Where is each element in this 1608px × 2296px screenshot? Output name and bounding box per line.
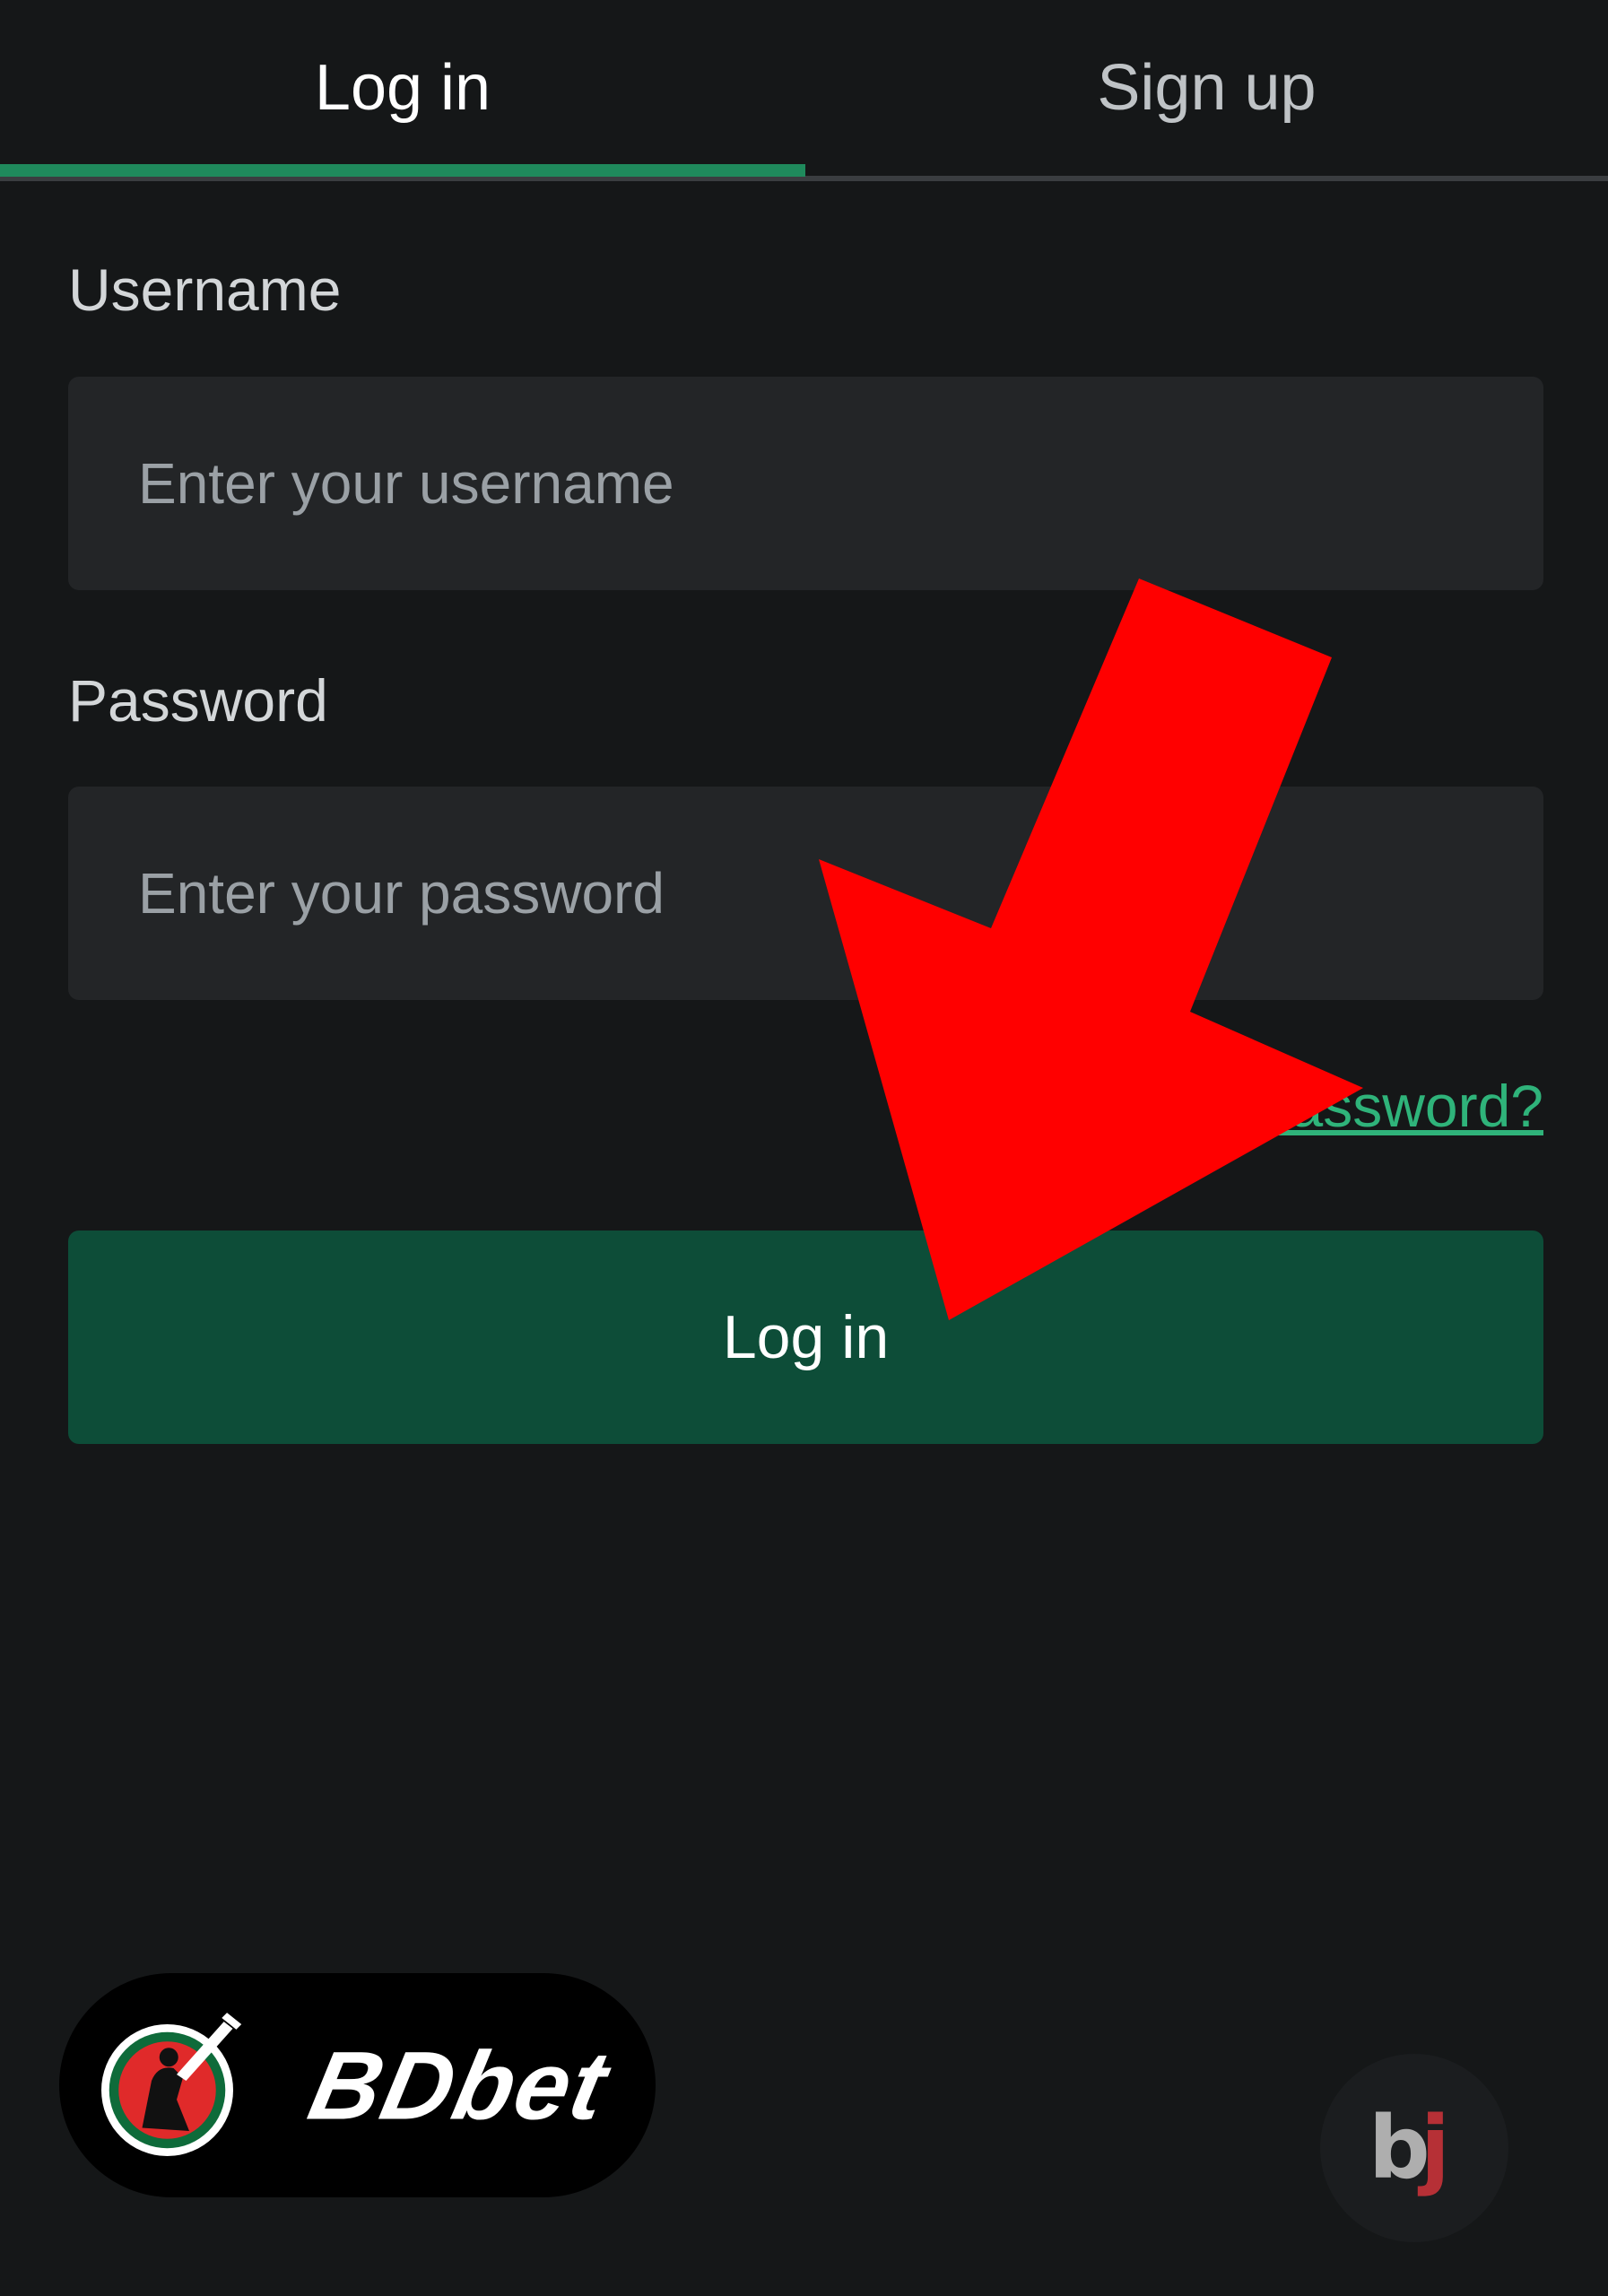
- password-label: Password: [68, 667, 328, 734]
- login-screen: Log in Sign up Username Password Forgot …: [0, 0, 1608, 2296]
- tab-login[interactable]: Log in: [0, 0, 805, 175]
- password-field-box: [68, 787, 1543, 1000]
- corner-watermark: b j: [1320, 2054, 1508, 2242]
- username-field-box: [68, 377, 1543, 590]
- tab-signup[interactable]: Sign up: [805, 0, 1608, 175]
- forgot-password-link[interactable]: Forgot password?: [1070, 1072, 1543, 1140]
- auth-tabs: Log in Sign up: [0, 0, 1608, 181]
- password-input[interactable]: [136, 859, 1475, 927]
- brand-name: BDbet: [300, 2031, 618, 2140]
- arrow-down-left-icon: [819, 578, 1363, 1320]
- tab-active-indicator: [0, 164, 805, 177]
- cricket-batsman-icon: [101, 2010, 244, 2156]
- username-input[interactable]: [136, 449, 1475, 517]
- brand-badge: BDbet: [59, 1973, 656, 2197]
- username-label: Username: [68, 257, 342, 323]
- login-submit-button[interactable]: Log in: [68, 1231, 1543, 1444]
- svg-text:j: j: [1417, 2098, 1450, 2198]
- bj-logo-icon: b j: [1369, 2098, 1450, 2198]
